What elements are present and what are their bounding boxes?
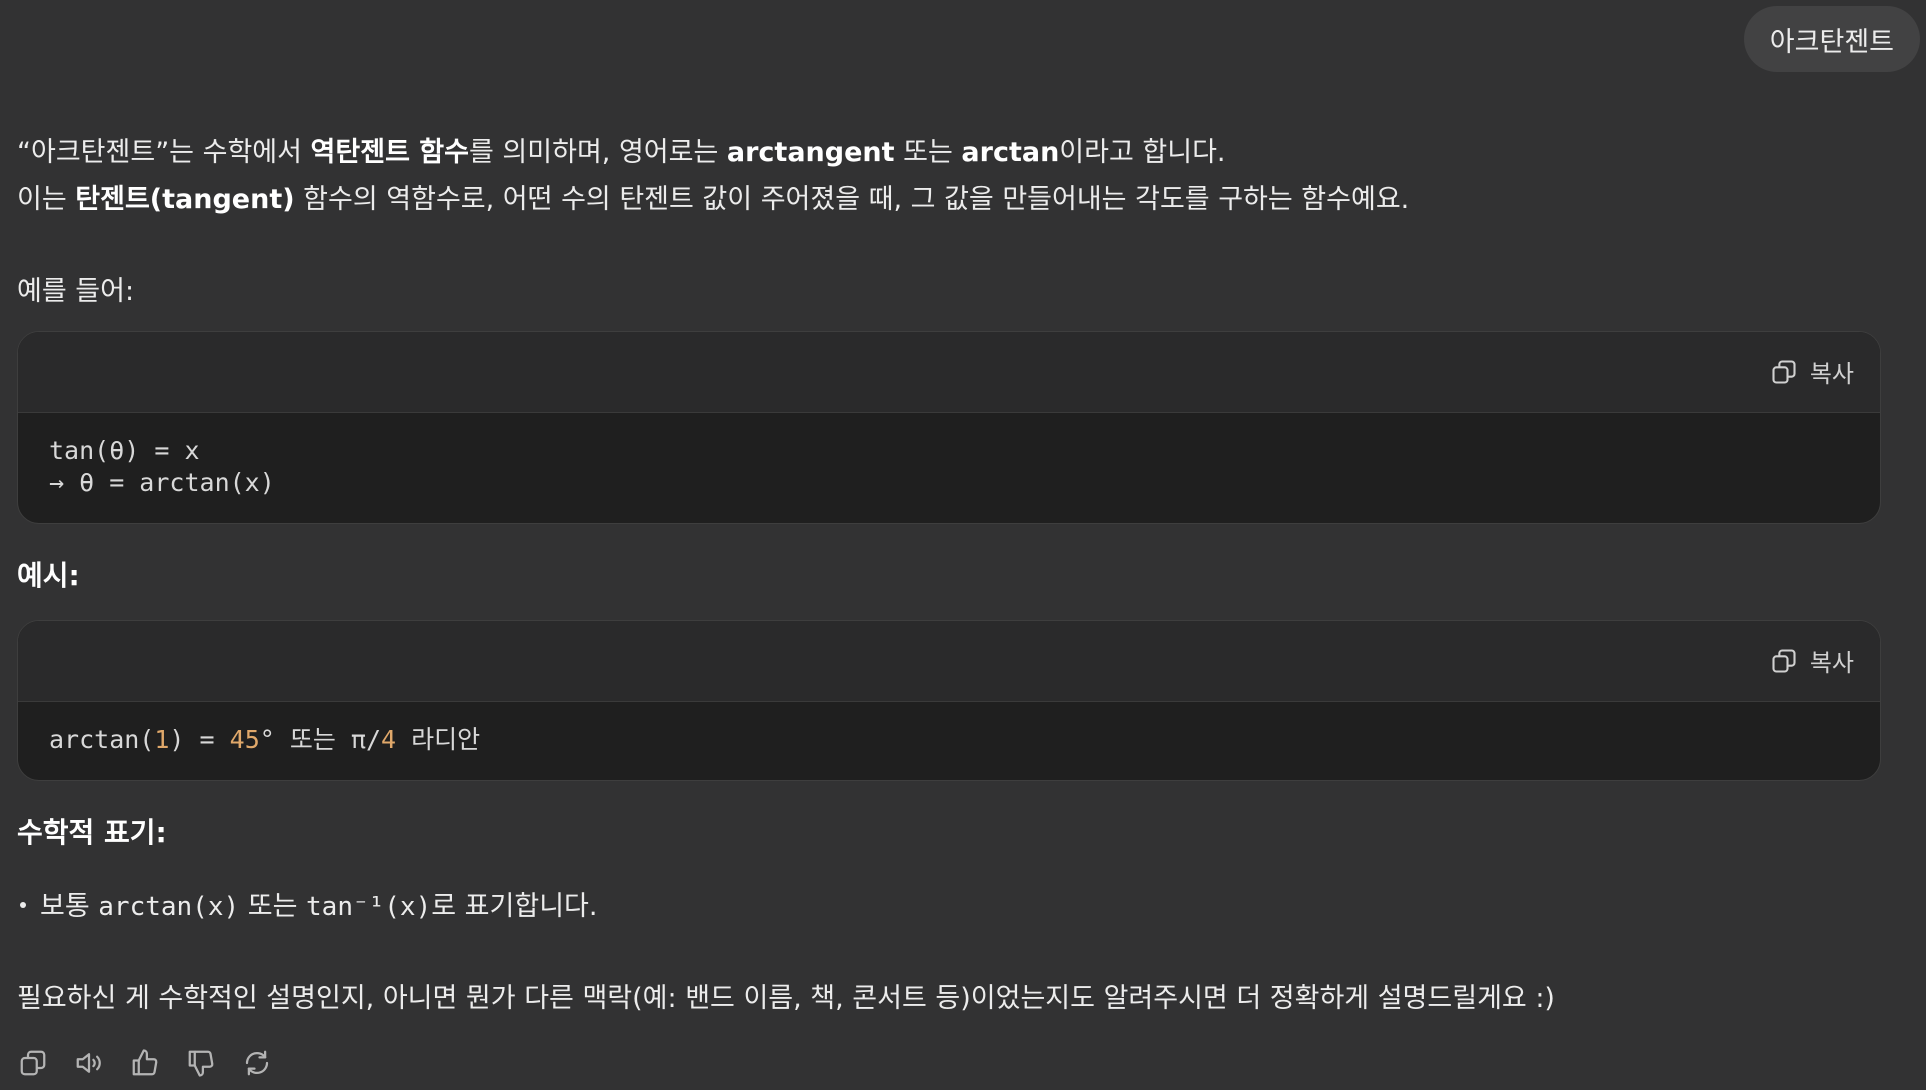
copy-icon [20,1050,46,1076]
message-actions [17,1047,273,1079]
regenerate-icon [245,1050,269,1076]
text: 이는 [17,184,76,215]
copy-icon [1772,359,1796,384]
inline-code: arctan(x) [98,892,240,922]
answer-paragraph-2: 이는 탄젠트(tangent) 함수의 역함수로, 어떤 수의 탄젠트 값이 주… [17,177,1409,223]
speaker-icon [76,1053,101,1073]
code-number: 1 [154,725,170,754]
code-line: tan(θ) = x [49,436,200,465]
text: “아크탄젠트”는 수학에서 [17,137,311,168]
code-block-1: 복사 tan(θ) = x → θ = arctan(x) [17,331,1881,524]
code-token: ) = [169,725,230,754]
good-response-button[interactable] [129,1047,161,1079]
code-block-2: 복사 arctan(1) = 45° 또는 π/4 라디안 [17,620,1881,781]
answer-paragraph-1: “아크탄젠트”는 수학에서 역탄젠트 함수를 의미하며, 영어로는 arctan… [17,130,1226,176]
copy-code-button[interactable]: 복사 [1770,354,1854,389]
copy-message-button[interactable] [17,1047,49,1079]
text: 보통 [40,891,99,922]
closing-paragraph: 필요하신 게 수학적인 설명인지, 아니면 뭔가 다른 맥락(예: 밴드 이름,… [17,983,1555,1014]
code-number: 45 [229,725,260,754]
answer-paragraph-3: 예를 들어: [17,276,135,307]
inline-code: tan⁻¹(x) [306,892,432,922]
bad-response-button[interactable] [185,1047,217,1079]
copy-code-button[interactable]: 복사 [1770,643,1854,678]
copy-label: 복사 [1809,649,1854,677]
code-token: ° 또는 π/ [259,725,382,754]
text: 함수의 역함수로, 어떤 수의 탄젠트 값이 주어졌을 때, 그 값을 만들어내… [294,184,1410,215]
user-message-bubble: 아크탄젠트 [1743,6,1920,72]
text: 또는 [894,137,962,168]
bold-text: arctangent [726,137,895,168]
code-line: → θ = arctan(x) [49,468,275,497]
code-token: 라디안 [396,725,481,754]
text: 를 의미하며, 영어로는 [469,137,727,168]
bold-text: 탄젠트(tangent) [75,184,295,215]
text: 로 표기합니다. [431,891,598,922]
code-block-header: 복사 [18,621,1880,702]
copy-label: 복사 [1809,360,1854,388]
heading-notation: 수학적 표기: [17,816,167,849]
bullet-item: 보통 arctan(x) 또는 tan⁻¹(x)로 표기합니다. [17,884,597,930]
text: 또는 [239,891,307,922]
heading-example: 예시: [17,559,80,592]
bullet-dot [20,901,26,908]
bold-text: arctan [961,137,1060,168]
text: 이라고 합니다. [1059,137,1226,168]
regenerate-button[interactable] [241,1047,273,1079]
code-content: arctan(1) = 45° 또는 π/4 라디안 [18,702,1880,778]
bold-text: 역탄젠트 함수 [310,137,469,168]
user-message-text: 아크탄젠트 [1769,26,1894,58]
thumbs-down-icon [188,1050,214,1077]
thumbs-up-icon [132,1049,158,1076]
code-block-header: 복사 [18,332,1880,413]
code-content: tan(θ) = x → θ = arctan(x) [18,413,1880,521]
read-aloud-button[interactable] [73,1047,105,1079]
code-number: 4 [381,725,397,754]
code-token: arctan( [49,725,155,754]
copy-icon [1772,648,1796,673]
